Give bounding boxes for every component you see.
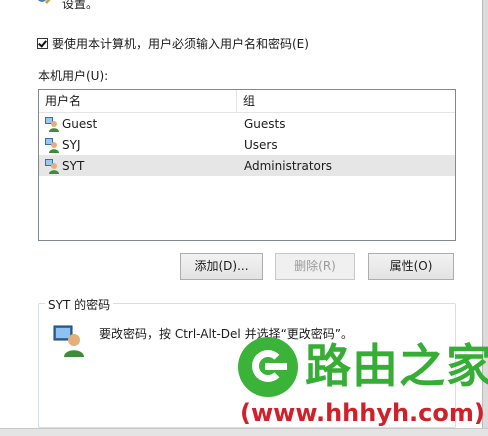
group-cell: Guests [244,116,286,131]
users-settings-icon [38,0,51,4]
password-group-title: SYT 的密码 [45,296,114,313]
group-cell: Users [244,137,278,152]
user-computer-icon [53,325,84,357]
users-list-label: 本机用户(U): [38,69,109,83]
table-row[interactable]: Guest Guests [39,113,455,134]
user-name: SYT [62,158,85,173]
user-name: Guest [62,116,98,131]
column-header-username[interactable]: 用户名 [39,90,237,112]
add-user-button[interactable]: 添加(D)... [180,253,263,280]
user-cell: SYJ [39,137,237,153]
user-cell: SYT [39,158,237,174]
watermark-logo-icon [238,337,298,397]
user-name: SYJ [62,137,81,152]
intro-text: 设置。 [62,0,99,11]
users-listview[interactable]: 用户名 组 Guest Guests SYJ Users SYT Administrato… [38,89,456,241]
table-row[interactable]: SYJ Users [39,134,455,155]
require-password-checkbox-row[interactable]: 要使用本计算机，用户必须输入用户名和密码(E) [37,35,309,52]
require-password-label: 要使用本计算机，用户必须输入用户名和密码(E) [52,37,309,51]
window-frame-bottom [0,428,488,436]
watermark-url: (www.hhhyh.com) [240,399,485,427]
listview-body: Guest Guests SYJ Users SYT Administrators [39,113,455,176]
listview-header: 用户名 组 [39,90,455,113]
user-cell: Guest [39,116,237,132]
remove-user-button[interactable]: 删除(R) [275,253,355,280]
group-cell: Administrators [244,158,333,173]
table-row[interactable]: SYT Administrators [39,155,455,176]
watermark-brand-name: 路由之家 [305,339,488,393]
require-password-checkbox[interactable] [37,38,48,49]
user-account-icon [45,158,59,174]
user-account-icon [45,116,59,132]
properties-button[interactable]: 属性(O) [368,253,454,280]
user-account-icon [45,137,59,153]
column-header-group[interactable]: 组 [237,90,455,112]
